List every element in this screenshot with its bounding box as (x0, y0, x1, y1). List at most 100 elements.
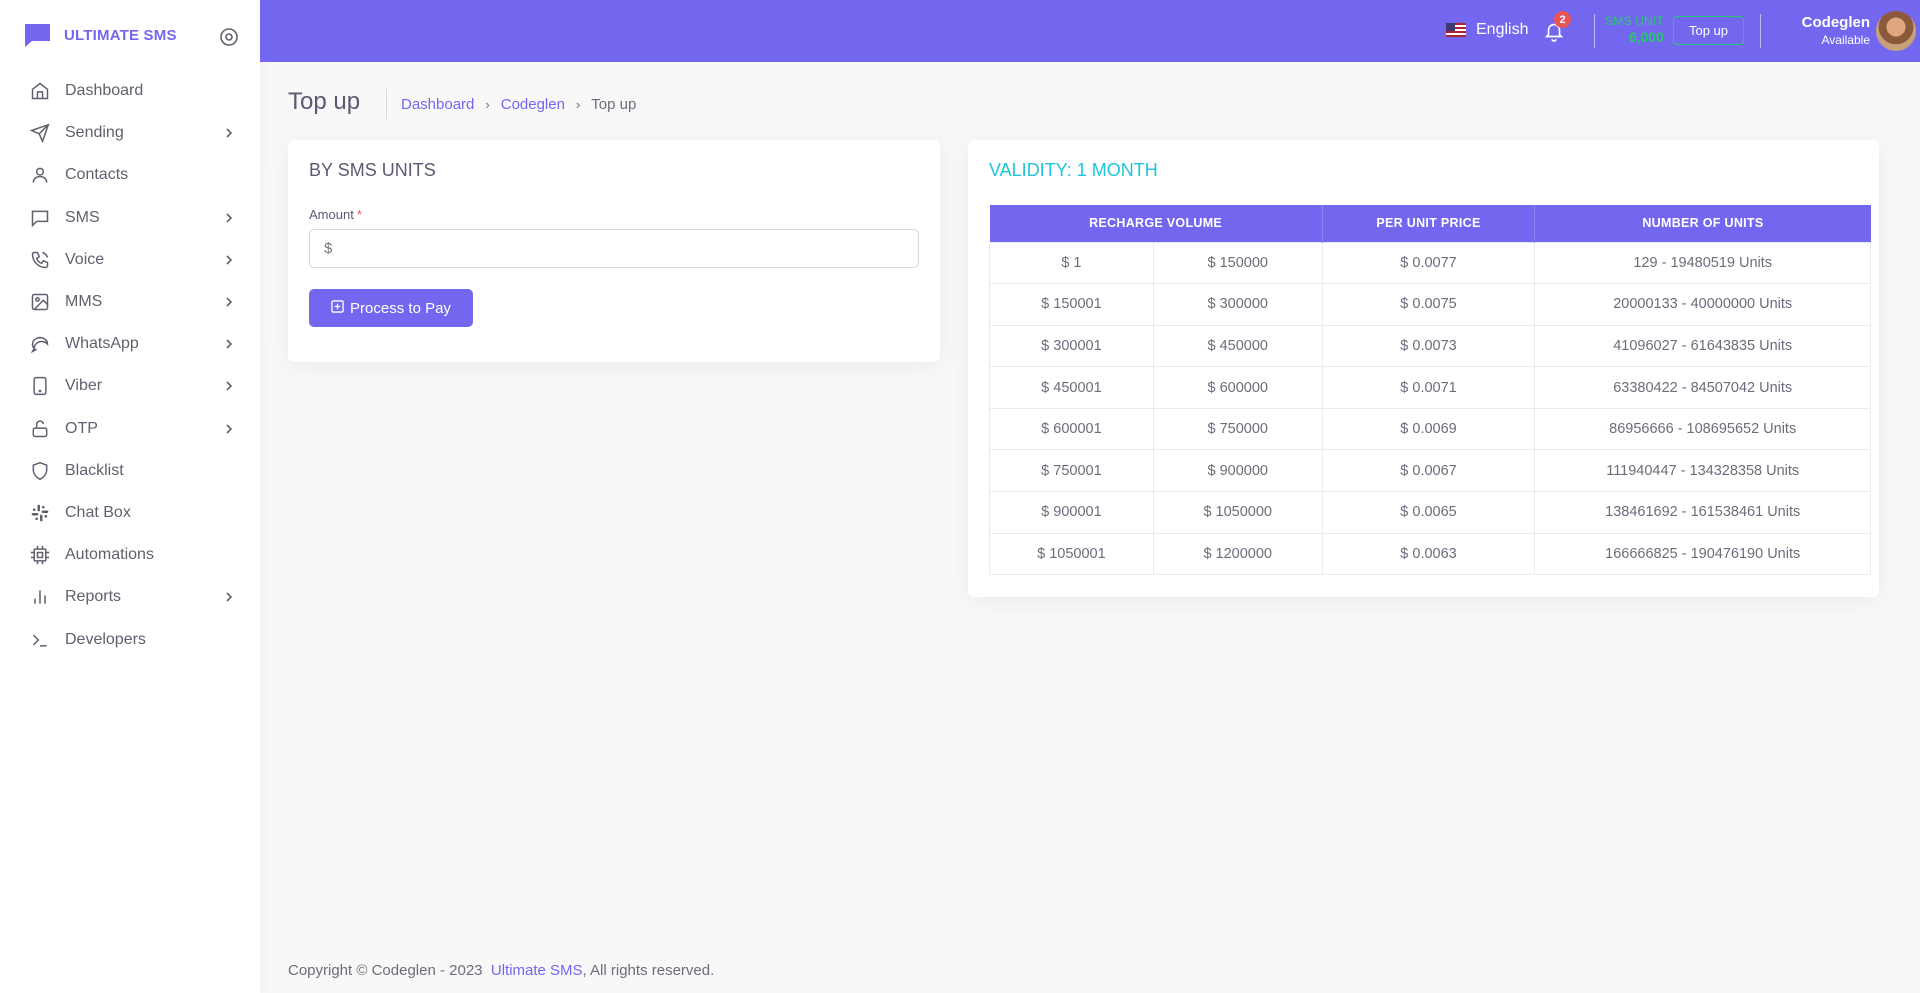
sidebar-item-label: Viber (65, 377, 103, 395)
message-circle-icon (30, 334, 50, 354)
table-cell: $ 300001 (989, 324, 1154, 368)
divider (1594, 14, 1595, 48)
chevron-right-icon (222, 253, 236, 267)
column-header: RECHARGE VOLUME (989, 205, 1323, 242)
logo-chat-icon (22, 22, 52, 48)
slack-icon (30, 503, 50, 523)
send-icon (30, 123, 50, 144)
avatar[interactable] (1876, 11, 1916, 51)
amount-label: Amount * (309, 207, 362, 222)
table-cell: 20000133 - 40000000 Units (1534, 283, 1871, 326)
sidebar-item-mms[interactable]: MMS (0, 281, 260, 323)
table-cell: 166666825 - 190476190 Units (1534, 532, 1871, 576)
table-cell: $ 600000 (1152, 366, 1323, 409)
chevron-right-icon (222, 422, 236, 436)
sms-unit-value: 6,000 (1628, 29, 1664, 45)
sidebar-item-label: WhatsApp (65, 335, 139, 353)
language-selector[interactable]: English (1446, 21, 1528, 39)
sms-unit-label: SMS UNIT (1605, 14, 1664, 28)
table-cell: $ 0.0075 (1321, 283, 1536, 326)
sidebar-item-sms[interactable]: SMS (0, 197, 260, 239)
message-square-icon (30, 208, 50, 228)
table-cell: $ 750001 (989, 449, 1154, 493)
sidebar-item-reports[interactable]: Reports (0, 576, 260, 618)
sidebar-item-viber[interactable]: Viber (0, 365, 260, 407)
plus-square-icon (331, 299, 344, 317)
sidebar-item-dashboard[interactable]: Dashboard (0, 70, 260, 112)
sidebar-item-label: Chat Box (65, 503, 131, 521)
table-cell: $ 450000 (1152, 324, 1323, 368)
top-navbar: English 2 SMS UNIT 6,000 Top up Codeglen… (260, 0, 1920, 62)
sidebar-item-voice[interactable]: Voice (0, 239, 260, 281)
footer-link[interactable]: Ultimate SMS (491, 962, 583, 979)
table-cell: $ 0.0067 (1321, 449, 1536, 493)
process-to-pay-label: Process to Pay (350, 299, 451, 317)
sidebar-nav: Dashboard Sending Contacts SMS Voice MMS (0, 70, 260, 661)
required-marker: * (356, 207, 362, 222)
table-cell: $ 600001 (989, 407, 1154, 451)
table-cell: $ 150000 (1152, 241, 1323, 285)
user-status: Available (1821, 33, 1870, 47)
user-menu[interactable]: Codeglen Available (1760, 14, 1870, 47)
validity-title: VALIDITY: 1 MONTH (989, 160, 1158, 180)
sidebar-item-sending[interactable]: Sending (0, 112, 260, 154)
breadcrumb-codeglen[interactable]: Codeglen (501, 96, 565, 113)
sidebar-item-label: SMS (65, 208, 100, 226)
chevron-right-icon (222, 211, 236, 225)
page-title: Top up (288, 88, 361, 115)
chevron-right-icon (222, 379, 236, 393)
sidebar-item-otp[interactable]: OTP (0, 408, 260, 450)
terminal-icon (30, 630, 50, 650)
sidebar-item-contacts[interactable]: Contacts (0, 154, 260, 196)
table-row: $ 300001 $ 450000 $ 0.0073 41096027 - 61643… (989, 324, 1871, 368)
sidebar-item-label: Sending (65, 124, 124, 142)
breadcrumb: Dashboard › Codeglen › Top up (401, 96, 636, 113)
collapse-toggle-icon[interactable] (219, 27, 239, 47)
copyright-text: Copyright © Codeglen - 2023 (288, 962, 483, 979)
brand-name: ULTIMATE SMS (64, 26, 177, 44)
sidebar-item-label: MMS (65, 293, 103, 311)
chevron-right-icon (222, 337, 236, 351)
brand[interactable]: ULTIMATE SMS (22, 22, 177, 48)
table-cell: $ 900001 (989, 491, 1154, 534)
table-cell: 63380422 - 84507042 Units (1534, 366, 1871, 409)
column-header: PER UNIT PRICE (1321, 205, 1535, 242)
pricing-card: VALIDITY: 1 MONTH RECHARGE VOLUME PER UN… (968, 140, 1879, 597)
table-cell: 111940447 - 134328358 Units (1534, 449, 1871, 493)
amount-input[interactable] (309, 229, 919, 268)
sidebar-item-developers[interactable]: Developers (0, 618, 260, 660)
sidebar-item-chat-box[interactable]: Chat Box (0, 492, 260, 534)
table-row: $ 1 $ 150000 $ 0.0077 129 - 19480519 Units (989, 241, 1871, 285)
sidebar-item-label: Developers (65, 630, 146, 648)
sidebar: ULTIMATE SMS Dashboard Sending Contacts … (0, 0, 260, 993)
cpu-icon (30, 545, 50, 565)
sidebar-item-blacklist[interactable]: Blacklist (0, 450, 260, 492)
unlock-icon (30, 419, 50, 439)
table-row: $ 450001 $ 600000 $ 0.0071 63380422 - 84507… (989, 366, 1871, 409)
image-icon (30, 292, 50, 312)
sidebar-item-whatsapp[interactable]: WhatsApp (0, 323, 260, 365)
table-header-row: RECHARGE VOLUME PER UNIT PRICE NUMBER OF… (989, 205, 1871, 242)
footer: Copyright © Codeglen - 2023 Ultimate SMS… (288, 962, 714, 979)
sidebar-item-automations[interactable]: Automations (0, 534, 260, 576)
table-cell: $ 1 (989, 241, 1154, 285)
pricing-table: RECHARGE VOLUME PER UNIT PRICE NUMBER OF… (989, 205, 1871, 576)
us-flag-icon (1446, 23, 1466, 37)
breadcrumb-dashboard[interactable]: Dashboard (401, 96, 474, 113)
table-cell: $ 0.0077 (1321, 241, 1536, 285)
notification-badge: 2 (1554, 11, 1571, 28)
column-header: NUMBER OF UNITS (1534, 205, 1871, 242)
table-row: $ 600001 $ 750000 $ 0.0069 86956666 - 10869… (989, 407, 1871, 451)
divider (386, 89, 387, 119)
sidebar-item-label: OTP (65, 419, 98, 437)
topup-button[interactable]: Top up (1673, 16, 1744, 45)
process-to-pay-button[interactable]: Process to Pay (309, 289, 473, 327)
sidebar-item-label: Automations (65, 546, 154, 564)
language-label: English (1476, 21, 1529, 38)
sidebar-item-label: Dashboard (65, 82, 144, 100)
sidebar-item-label: Contacts (65, 166, 129, 184)
chevron-right-icon: › (575, 97, 581, 112)
tablet-icon (30, 376, 50, 396)
breadcrumb-current: Top up (591, 96, 637, 113)
table-cell: $ 0.0063 (1321, 532, 1536, 576)
